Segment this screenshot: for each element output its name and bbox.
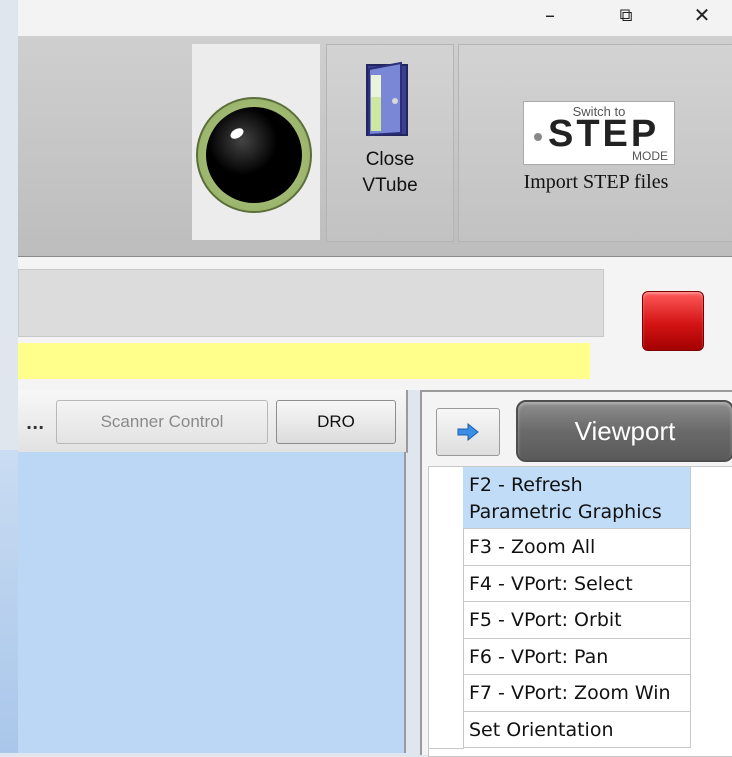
step-mode-logo: Switch to STEP MODE	[523, 101, 675, 165]
message-bar	[18, 343, 590, 379]
eye-pupil	[206, 107, 302, 203]
minimize-icon: –	[545, 3, 555, 27]
left-panel: ... Scanner Control DRO	[18, 390, 408, 753]
left-panel-toolbar: ... Scanner Control DRO	[18, 390, 408, 453]
import-step-label: Import STEP files	[523, 171, 669, 193]
list-item[interactable]: F3 - Zoom All	[429, 529, 732, 567]
main-toolbar: Close VTube Switch to STEP MODE Import S…	[18, 36, 732, 257]
viewport-button[interactable]: Viewport	[516, 400, 732, 462]
list-item[interactable]: Set Orientation	[429, 712, 732, 749]
list-item[interactable]: F4 - VPort: Select	[429, 566, 732, 603]
import-step-button[interactable]: Switch to STEP MODE Import STEP files	[458, 44, 732, 242]
eye-icon	[196, 97, 312, 213]
status-field	[18, 269, 604, 337]
minimize-button[interactable]: –	[527, 0, 573, 30]
scene-canvas[interactable]	[18, 452, 406, 753]
close-window-button[interactable]: ✕	[679, 0, 725, 30]
arrow-right-icon	[457, 423, 479, 441]
status-area	[18, 257, 732, 390]
list-item[interactable]: F6 - VPort: Pan	[429, 639, 732, 676]
viewport-command-list: F2 - Refresh Parametric Graphics F3 - Zo…	[428, 466, 732, 757]
view-eye-button[interactable]	[192, 44, 320, 240]
door-exit-icon	[366, 61, 408, 137]
scanner-control-button[interactable]: Scanner Control	[56, 400, 268, 444]
title-bar: – ⧉ ✕	[18, 0, 732, 36]
restore-icon: ⧉	[619, 4, 633, 26]
desktop-background-lower	[0, 450, 18, 753]
overflow-menu-button[interactable]: ...	[26, 414, 44, 433]
close-vtube-label: Close VTube	[362, 149, 418, 196]
close-vtube-button[interactable]: Close VTube	[326, 44, 454, 242]
list-item[interactable]: F7 - VPort: Zoom Win	[429, 675, 732, 713]
stop-button[interactable]	[642, 291, 704, 351]
expand-arrow-button[interactable]	[436, 408, 500, 456]
desktop-background	[0, 0, 18, 450]
dro-button[interactable]: DRO	[276, 400, 396, 444]
close-icon: ✕	[693, 3, 711, 27]
list-item[interactable]: F2 - Refresh Parametric Graphics	[429, 467, 732, 530]
maximize-button[interactable]: ⧉	[603, 0, 649, 30]
list-item[interactable]: F5 - VPort: Orbit	[429, 602, 732, 640]
right-panel: Viewport F2 - Refresh Parametric Graphic…	[420, 390, 732, 757]
